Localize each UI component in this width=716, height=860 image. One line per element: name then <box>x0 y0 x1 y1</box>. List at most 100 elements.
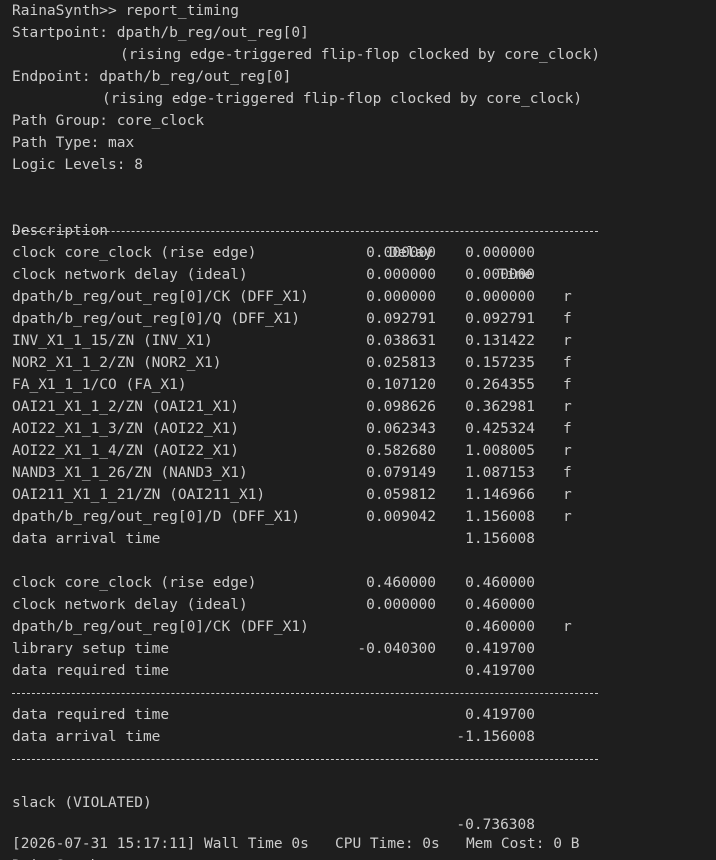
row-delay: 0.025813 <box>366 355 436 371</box>
row-delay: 0.079149 <box>366 465 436 481</box>
row-time: 0.092791 <box>465 311 535 327</box>
endpoint-line: Endpoint: dpath/b_reg/out_reg[0] <box>12 69 292 85</box>
row-description: dpath/b_reg/out_reg[0]/CK (DFF_X1) <box>12 619 309 635</box>
row-delay: 0.062343 <box>366 421 436 437</box>
row-edge: r <box>563 333 572 349</box>
table-row: dpath/b_reg/out_reg[0]/D (DFF_X1) 0.00904… <box>12 506 716 528</box>
table-row: NOR2_X1_1_2/ZN (NOR2_X1) 0.025813 0.157235… <box>12 352 716 374</box>
row-time: 1.156008 <box>465 531 535 547</box>
arrival-path-rows: clock core_clock (rise edge) 0.000000 0.00… <box>12 242 716 550</box>
row-delay: 0.092791 <box>366 311 436 327</box>
row-edge: r <box>563 509 572 525</box>
row-time: 0.460000 <box>465 619 535 635</box>
slack-row: slack (VIOLATED) -0.736308 <box>12 770 716 833</box>
table-row: OAI211_X1_1_21/ZN (OAI211_X1) 0.059812 1.1… <box>12 484 716 506</box>
row-time: 0.419700 <box>465 663 535 679</box>
row-time: 0.460000 <box>465 575 535 591</box>
table-row: library setup time -0.040300 0.419700 <box>12 638 716 660</box>
row-time: 0.157235 <box>465 355 535 371</box>
row-delay: 0.009042 <box>366 509 436 525</box>
row-description: NAND3_X1_1_26/ZN (NAND3_X1) <box>12 465 248 481</box>
table-row: NAND3_X1_1_26/ZN (NAND3_X1) 0.079149 1.087… <box>12 462 716 484</box>
row-time: 0.131422 <box>465 333 535 349</box>
table-row: dpath/b_reg/out_reg[0]/Q (DFF_X1) 0.09279… <box>12 308 716 330</box>
row-description: clock network delay (ideal) <box>12 267 248 283</box>
table-row: data arrival time -1.156008 <box>12 726 716 748</box>
table-row: data required time 0.419700 <box>12 704 716 726</box>
row-time: 0.000000 <box>465 289 535 305</box>
row-time: 0.264355 <box>465 377 535 393</box>
required-path-rows: clock core_clock (rise edge) 0.460000 0.46… <box>12 572 716 682</box>
row-delay: 0.000000 <box>366 267 436 283</box>
separator-line <box>12 220 716 242</box>
row-delay: 0.038631 <box>366 333 436 349</box>
separator-line <box>12 682 716 704</box>
row-time: 0.425324 <box>465 421 535 437</box>
table-row: OAI21_X1_1_2/ZN (OAI21_X1) 0.098626 0.3629… <box>12 396 716 418</box>
path-group-line: Path Group: core_clock <box>12 113 205 129</box>
row-time: 0.000000 <box>465 245 535 261</box>
row-time: 0.000000 <box>465 267 535 283</box>
row-description: data arrival time <box>12 729 161 745</box>
row-time: 0.460000 <box>465 597 535 613</box>
table-header: Description Delay Time <box>12 198 716 283</box>
row-delay: 0.107120 <box>366 377 436 393</box>
table-row: FA_X1_1_1/CO (FA_X1) 0.107120 0.264355 f <box>12 374 716 396</box>
row-delay: 0.460000 <box>366 575 436 591</box>
terminal-window[interactable]: RainaSynth>> report_timing Startpoint: d… <box>0 0 716 860</box>
row-description: dpath/b_reg/out_reg[0]/CK (DFF_X1) <box>12 289 309 305</box>
row-description: clock network delay (ideal) <box>12 597 248 613</box>
row-edge: f <box>563 355 572 371</box>
row-delay: 0.000000 <box>366 597 436 613</box>
row-edge: f <box>563 465 572 481</box>
row-time: 0.419700 <box>465 707 535 723</box>
row-time: 1.087153 <box>465 465 535 481</box>
row-description: OAI21_X1_1_2/ZN (OAI21_X1) <box>12 399 239 415</box>
row-description: data arrival time <box>12 531 161 547</box>
startpoint-line: Startpoint: dpath/b_reg/out_reg[0] <box>12 25 309 41</box>
row-edge: r <box>563 289 572 305</box>
slack-label: slack (VIOLATED) <box>12 795 152 811</box>
row-description: dpath/b_reg/out_reg[0]/D (DFF_X1) <box>12 509 301 525</box>
row-edge: r <box>563 443 572 459</box>
table-row: clock network delay (ideal) 0.000000 0.460… <box>12 594 716 616</box>
row-description: data required time <box>12 663 170 679</box>
table-row: data arrival time 1.156008 <box>12 528 716 550</box>
row-time: 1.008005 <box>465 443 535 459</box>
row-delay: 0.000000 <box>366 245 436 261</box>
table-row: dpath/b_reg/out_reg[0]/CK (DFF_X1) 0.0000… <box>12 286 716 308</box>
row-description: dpath/b_reg/out_reg[0]/Q (DFF_X1) <box>12 311 301 327</box>
row-delay: 0.582680 <box>366 443 436 459</box>
table-row: clock network delay (ideal) 0.000000 0.000… <box>12 264 716 286</box>
row-edge: r <box>563 619 572 635</box>
table-row: AOI22_X1_1_4/ZN (AOI22_X1) 0.582680 1.0080… <box>12 440 716 462</box>
row-description: OAI211_X1_1_21/ZN (OAI211_X1) <box>12 487 266 503</box>
row-time: 0.362981 <box>465 399 535 415</box>
next-prompt: RainaSynth>> <box>12 855 117 860</box>
row-delay: -0.040300 <box>357 641 436 657</box>
table-row: INV_X1_1_15/ZN (INV_X1) 0.038631 0.131422 r <box>12 330 716 352</box>
logic-levels-line: Logic Levels: 8 <box>12 157 143 173</box>
row-delay: 0.059812 <box>366 487 436 503</box>
row-edge: f <box>563 311 572 327</box>
summary-rows: data required time 0.419700 data arrival t… <box>12 704 716 748</box>
row-delay: 0.098626 <box>366 399 436 415</box>
row-description: clock core_clock (rise edge) <box>12 575 257 591</box>
row-edge: r <box>563 487 572 503</box>
row-description: NOR2_X1_1_2/ZN (NOR2_X1) <box>12 355 222 371</box>
row-description: INV_X1_1_15/ZN (INV_X1) <box>12 333 213 349</box>
table-row: clock core_clock (rise edge) 0.460000 0.46… <box>12 572 716 594</box>
row-description: AOI22_X1_1_4/ZN (AOI22_X1) <box>12 443 239 459</box>
row-time: 0.419700 <box>465 641 535 657</box>
command-line: RainaSynth>> report_timing <box>12 3 239 19</box>
row-description: data required time <box>12 707 170 723</box>
row-time: -1.156008 <box>456 729 535 745</box>
row-delay: 0.000000 <box>366 289 436 305</box>
status-bar: [2026-07-31 15:17:11] Wall Time 0s CPU T… <box>12 836 580 852</box>
path-type-line: Path Type: max <box>12 135 135 151</box>
table-row: dpath/b_reg/out_reg[0]/CK (DFF_X1) 0.4600… <box>12 616 716 638</box>
startpoint-detail-line: (rising edge-triggered flip-flop clocked… <box>120 47 601 63</box>
row-time: 1.156008 <box>465 509 535 525</box>
